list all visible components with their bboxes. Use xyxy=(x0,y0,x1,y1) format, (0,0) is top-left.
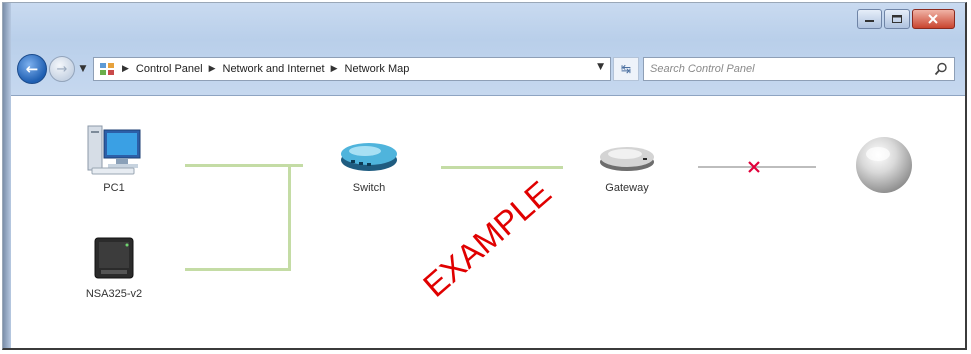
connection-line-pc1 xyxy=(185,164,303,167)
window-border xyxy=(3,3,11,348)
search-placeholder: Search Control Panel xyxy=(650,63,755,75)
device-label: NSA325-v2 xyxy=(85,288,143,300)
address-bar[interactable]: ▶ Control Panel ▶ Network and Internet ▶… xyxy=(93,57,611,81)
device-switch[interactable]: Switch xyxy=(329,136,409,194)
window-chrome: ← → ▼ ▶ Control Panel ▶ Network and Inte… xyxy=(3,3,965,96)
navigation-bar: ← → ▼ ▶ Control Panel ▶ Network and Inte… xyxy=(17,49,955,89)
device-pc1[interactable]: PC1 xyxy=(79,122,149,194)
connection-line-nas xyxy=(185,268,291,271)
watermark: EXAMPLE xyxy=(416,173,558,304)
search-input[interactable]: Search Control Panel xyxy=(643,57,955,81)
device-internet[interactable] xyxy=(849,134,919,196)
computer-icon xyxy=(87,125,141,175)
back-arrow-icon: ← xyxy=(25,60,39,78)
minimize-icon xyxy=(865,20,875,22)
control-panel-icon xyxy=(98,61,116,77)
maximize-icon xyxy=(892,15,903,23)
breadcrumb-network-map[interactable]: Network Map xyxy=(345,63,410,75)
broken-connection-icon xyxy=(748,161,760,173)
device-label: PC1 xyxy=(103,182,125,194)
breadcrumb-network-and-internet[interactable]: Network and Internet xyxy=(223,63,325,75)
breadcrumb-separator-icon[interactable]: ▶ xyxy=(209,64,216,74)
search-icon[interactable] xyxy=(934,62,948,76)
refresh-button[interactable]: ↹ xyxy=(613,57,639,81)
recent-pages-dropdown[interactable]: ▼ xyxy=(77,64,89,74)
minimize-button[interactable] xyxy=(857,9,883,29)
caption-buttons xyxy=(855,9,955,29)
connection-line-trunk xyxy=(288,164,291,271)
network-map-area: PC1 NSA325-v2 Switch Gateway EXAMPLE xyxy=(11,96,965,348)
breadcrumb-separator-icon[interactable]: ▶ xyxy=(122,64,129,74)
address-history-dropdown[interactable]: ▼ xyxy=(597,62,604,72)
internet-globe-icon xyxy=(856,137,912,193)
close-button[interactable] xyxy=(911,9,955,29)
switch-icon xyxy=(341,143,397,171)
device-nsa325-v2[interactable]: NSA325-v2 xyxy=(69,232,159,300)
forward-button[interactable]: → xyxy=(49,56,75,82)
nas-icon xyxy=(94,237,134,279)
connection-line-switch-gateway xyxy=(441,166,563,169)
back-button[interactable]: ← xyxy=(17,54,47,84)
window: ← → ▼ ▶ Control Panel ▶ Network and Inte… xyxy=(2,2,967,350)
forward-arrow-icon: → xyxy=(56,61,68,77)
maximize-button[interactable] xyxy=(884,9,910,29)
breadcrumb-control-panel[interactable]: Control Panel xyxy=(136,63,203,75)
breadcrumb-separator-icon[interactable]: ▶ xyxy=(331,64,338,74)
refresh-icon: ↹ xyxy=(620,62,632,76)
device-label: Gateway xyxy=(605,182,649,194)
close-icon xyxy=(928,14,939,24)
device-label: Switch xyxy=(352,182,386,194)
gateway-icon xyxy=(600,147,654,171)
device-gateway[interactable]: Gateway xyxy=(585,140,669,194)
